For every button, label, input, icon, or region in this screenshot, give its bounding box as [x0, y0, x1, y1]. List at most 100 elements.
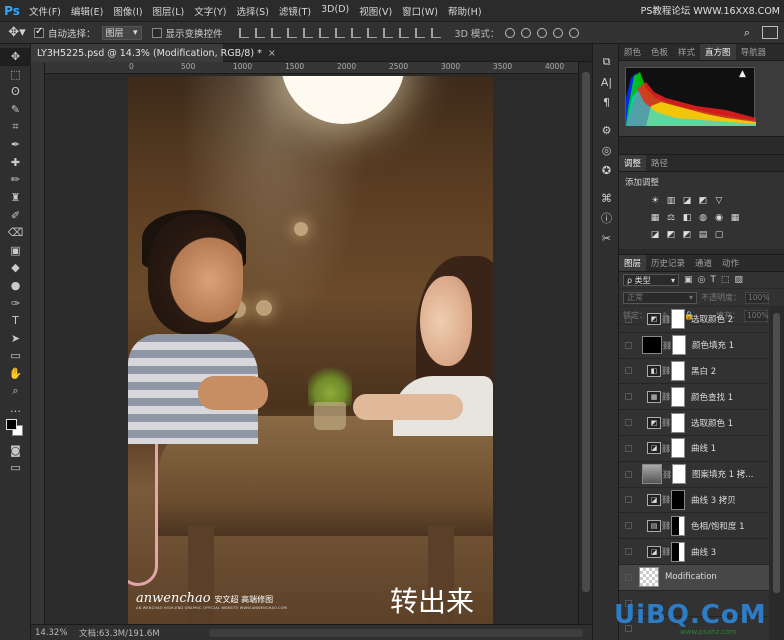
layer-mask-thumbnail[interactable]	[671, 309, 685, 330]
layer-mask-thumbnail[interactable]	[672, 464, 686, 485]
adjustment-icon[interactable]: ◉	[713, 212, 725, 223]
crop-tool-icon[interactable]: ⌗	[0, 118, 31, 136]
move-tool-icon[interactable]: ✥	[0, 48, 31, 66]
align-hcenter-icon[interactable]	[302, 27, 313, 38]
layer-row[interactable]: Modification	[619, 564, 769, 591]
cache-warning-icon[interactable]: ▲	[739, 69, 746, 79]
adjustment-icon[interactable]: ◍	[697, 212, 709, 223]
foreground-color-swatch[interactable]	[6, 419, 17, 431]
align-top-icon[interactable]	[238, 27, 249, 38]
layer-row[interactable]: ⛓ 图案填充 1 拷...	[619, 462, 769, 488]
menu-item[interactable]: 图层(L)	[148, 4, 190, 18]
path-select-tool-icon[interactable]: ➤	[0, 330, 31, 348]
layer-row[interactable]: ▦ ⛓ 颜色查找 1	[619, 384, 769, 411]
pen-tool-icon[interactable]: ✑	[0, 294, 31, 312]
dock-panel-icon[interactable]: ⓘ	[593, 208, 620, 228]
layer-filter-dropdown[interactable]: ρ 类型 ▾	[623, 274, 679, 286]
blend-mode-dropdown[interactable]: 正常 ▾	[623, 291, 697, 304]
adjustment-icon[interactable]: ◩	[681, 229, 693, 240]
layer-mask-thumbnail[interactable]	[671, 360, 685, 381]
marquee-tool-icon[interactable]: ⬚	[0, 66, 31, 84]
healing-tool-icon[interactable]: ✚	[0, 154, 31, 172]
quick-mask-icon[interactable]: ◙	[0, 441, 31, 459]
shape-tool-icon[interactable]: ▭	[0, 347, 31, 365]
menu-item[interactable]: 帮助(H)	[443, 4, 487, 18]
3d-roll-icon[interactable]	[521, 27, 532, 38]
menu-item[interactable]: 3D(D)	[316, 4, 354, 18]
layer-mask-thumbnail[interactable]	[671, 386, 685, 407]
zoom-level[interactable]: 14.32%	[31, 628, 79, 638]
dock-panel-icon[interactable]: ⌘	[593, 188, 620, 208]
dock-panel-icon[interactable]: ✪	[593, 160, 620, 180]
adjust-panel-tab[interactable]: 调整	[619, 155, 647, 171]
dock-panel-icon[interactable]: ⧉	[593, 52, 620, 72]
layer-row[interactable]: ◪ ⛓ 曲线 1	[619, 436, 769, 462]
canvas-vertical-scrollbar[interactable]	[578, 62, 592, 624]
3d-pan-icon[interactable]	[537, 27, 548, 38]
document-image[interactable]: anwenchao 安文超 高端修图 AN WENCHAO HIGH-END GR…	[128, 76, 493, 624]
mask-link-icon[interactable]: ⛓	[661, 521, 671, 530]
layers-panel-tab[interactable]: 历史记录	[646, 255, 690, 271]
adjustment-icon[interactable]: ▢	[713, 229, 725, 240]
3d-scale-icon[interactable]	[569, 27, 580, 38]
layer-row[interactable]: ◪ ⛓ 曲线 3 拷贝	[619, 488, 769, 514]
layer-filter-icon[interactable]: ▣	[684, 275, 693, 285]
auto-select-checkbox[interactable]	[34, 26, 44, 38]
layer-mask-thumbnail[interactable]	[671, 438, 685, 459]
menu-item[interactable]: 窗口(W)	[397, 4, 443, 18]
mask-link-icon[interactable]: ⛓	[661, 444, 671, 453]
menu-item[interactable]: 滤镜(T)	[274, 4, 316, 18]
workspace-switcher-icon[interactable]	[762, 26, 778, 39]
visibility-toggle[interactable]	[619, 436, 637, 461]
auto-select-dropdown[interactable]: 图层 ▾	[101, 25, 142, 40]
adjust-panel-tab[interactable]: 路径	[646, 155, 673, 171]
lasso-tool-icon[interactable]: ʘ	[0, 83, 31, 101]
mask-link-icon[interactable]: ⛓	[662, 341, 672, 350]
visibility-toggle[interactable]	[619, 359, 637, 384]
distribute-hcenter-icon[interactable]	[398, 27, 409, 38]
layer-row[interactable]: ◩ ⛓ 选取颜色 2	[619, 307, 769, 333]
panel-tab[interactable]: 直方图	[700, 44, 736, 60]
align-bottom-icon[interactable]	[270, 27, 281, 38]
layer-filter-icon[interactable]: ▨	[734, 275, 743, 285]
panel-tab[interactable]: 样式	[673, 44, 700, 60]
mask-link-icon[interactable]: ⛓	[661, 392, 671, 401]
adjustment-icon[interactable]: ▤	[697, 229, 709, 240]
mask-link-icon[interactable]: ⛓	[661, 418, 671, 427]
3d-slide-icon[interactable]	[553, 27, 564, 38]
align-vcenter-icon[interactable]	[254, 27, 265, 38]
canvas-horizontal-scrollbar[interactable]	[209, 629, 583, 637]
menu-item[interactable]: 图像(I)	[108, 4, 147, 18]
panel-tab[interactable]: 颜色	[619, 44, 646, 60]
visibility-toggle[interactable]	[619, 565, 637, 590]
distribute-right-icon[interactable]	[414, 27, 425, 38]
canvas-area[interactable]: anwenchao 安文超 高端修图 AN WENCHAO HIGH-END GR…	[45, 74, 578, 624]
stamp-tool-icon[interactable]: ♜	[0, 189, 31, 207]
dock-panel-icon[interactable]: ◎	[593, 140, 620, 160]
mask-link-icon[interactable]: ⛓	[662, 470, 672, 479]
type-tool-icon[interactable]: T	[0, 312, 31, 330]
layers-panel-tab[interactable]: 图层	[619, 255, 647, 271]
search-icon[interactable]: ⌕	[744, 26, 750, 40]
distribute-bottom-icon[interactable]	[366, 27, 377, 38]
dock-panel-icon[interactable]: A|	[593, 72, 620, 92]
dock-panel-icon[interactable]: ✂	[593, 228, 620, 248]
visibility-toggle[interactable]	[619, 539, 637, 564]
more-tool-icon[interactable]: …	[0, 400, 31, 418]
layer-mask-thumbnail[interactable]	[671, 412, 685, 433]
layer-mask-thumbnail[interactable]	[671, 515, 685, 536]
mask-link-icon[interactable]: ⛓	[661, 547, 671, 556]
adjustment-icon[interactable]: ⚖	[665, 212, 677, 223]
layer-mask-thumbnail[interactable]	[671, 489, 685, 510]
history-brush-tool-icon[interactable]: ✐	[0, 206, 31, 224]
layers-scroll-thumb[interactable]	[773, 313, 780, 593]
adjustment-icon[interactable]: ◩	[665, 229, 677, 240]
hand-tool-icon[interactable]: ✋	[0, 365, 31, 383]
menu-item[interactable]: 编辑(E)	[66, 4, 108, 18]
menu-item[interactable]: 文字(Y)	[189, 4, 231, 18]
zoom-tool-icon[interactable]: ⌕	[0, 382, 31, 400]
layer-mask-thumbnail[interactable]	[671, 541, 685, 562]
dock-panel-icon[interactable]: ¶	[593, 92, 620, 112]
document-tab[interactable]: LY3H5225.psd @ 14.3% (Modification, RGB/…	[31, 44, 276, 62]
gradient-tool-icon[interactable]: ▣	[0, 242, 31, 260]
